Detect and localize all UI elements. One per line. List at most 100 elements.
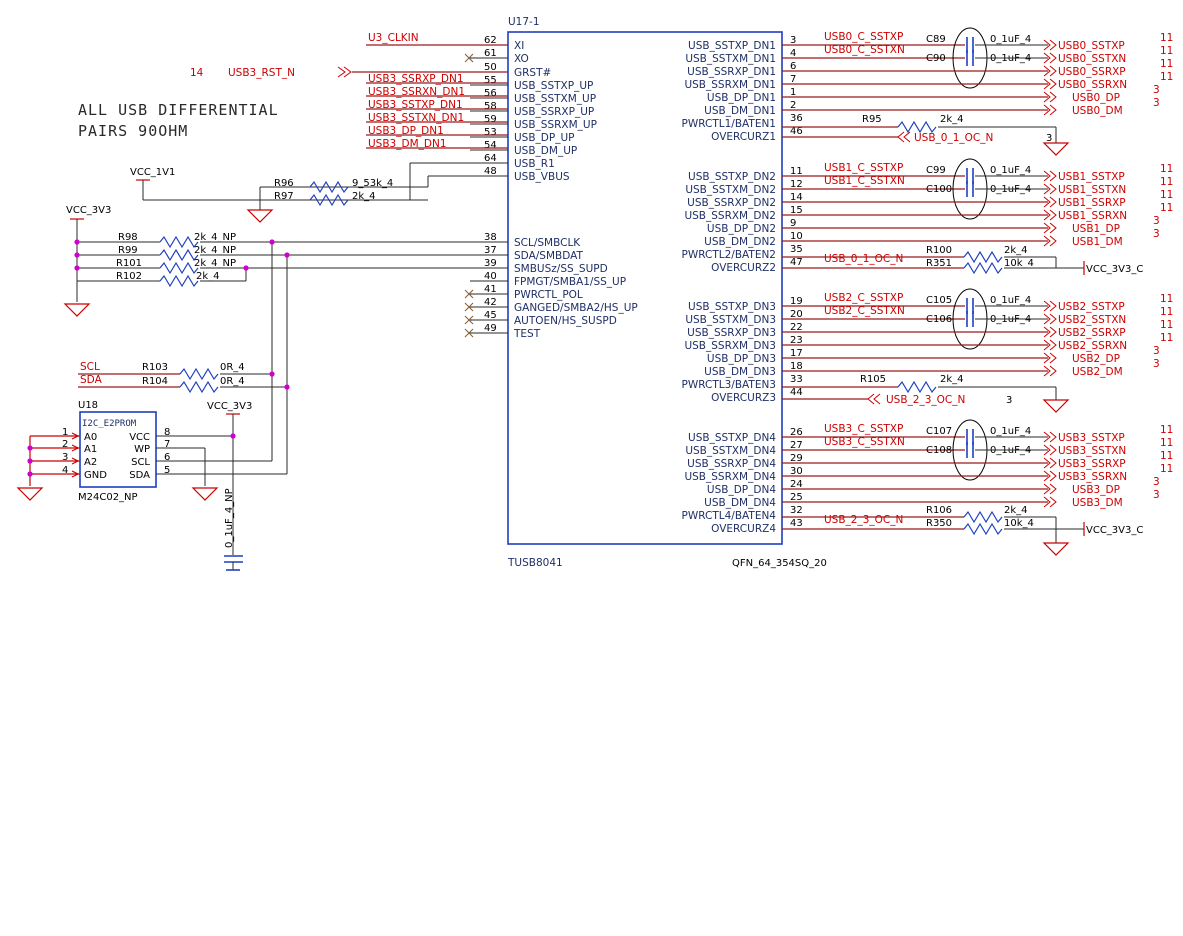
ic-pin-name-10: USB_DM_DN2 [704,236,776,248]
net-port-out-usb2_ssrxp: USB2_SSRXP [1058,327,1126,339]
sheet-ref-usb0_sstxp: 11 [1160,32,1173,44]
r350-ref: R350 [926,518,952,529]
r97-ref: R97 [274,191,294,202]
net-usb3-rst-n: USB3_RST_N [228,67,295,79]
net-cap-tx-p-1: USB1_C_SSTXP [824,162,903,174]
sheet-ref-usb0_ssrxp: 11 [1160,58,1173,70]
resistor-r104-icon [179,380,219,394]
sheet-ref-usb2_dp: 3 [1153,345,1160,357]
cap-ref-c99: C99 [926,165,946,176]
oc23-sheet-ref: 3 [1006,395,1012,406]
net-port-out-usb2_sstxp: USB2_SSTXP [1058,301,1125,313]
r102-value: 2k_4 [196,271,220,282]
resistor-r99-icon [159,248,199,262]
net-port-out-usb1_dp: USB1_DP [1072,223,1120,235]
r96-ref: R96 [274,178,294,189]
ground-icon [1042,399,1070,413]
port-group-1: USB1_C_SSTXPUSB1_C_SSTXNC99C1000_1uF_40_… [782,158,1173,248]
ic-pin-name-27: USB_SSTXM_DN4 [685,445,776,457]
offpage-connector-icon [897,131,911,143]
sheet-ref-usb2_ssrxn: 11 [1160,332,1173,344]
net-port-out-usb2_sstxn: USB2_SSTXN [1058,314,1126,326]
cap-ref-c105: C105 [926,295,952,306]
ic-pin-number-41: 41 [484,284,497,295]
r104-value: 0R_4 [220,376,245,387]
eeprom-refdes: U18 [78,400,98,411]
ic-pin-name-59: USB_SSRXM_UP [514,119,597,131]
resistor-r105-icon [897,380,937,394]
ic-pin-name-54: USB_DM_UP [514,145,577,157]
net-upstream-5: USB3_DP_DN1 [368,125,444,137]
r100-value: 2k_4 [1004,245,1028,256]
ic-pin-number-30: 30 [790,466,803,477]
r99-value: 2k_4_NP [194,245,236,256]
sheet-ref-usb0_dm: 3 [1153,97,1160,109]
ic-pin-number-6: 6 [790,61,796,72]
offpage-connector-icon [867,393,881,405]
ic-pin-name-3: USB_SSTXP_DN1 [688,40,776,52]
eeprom-pin-group: A01A12A23GND4VCC 8WP 7SCL 6SDA 5 [30,427,170,481]
net-port-out-usb0_dp: USB0_DP [1072,92,1120,104]
r106-ref: R106 [926,505,952,516]
ic-pin-number-40: 40 [484,271,497,282]
r351-ref: R351 [926,258,952,269]
resistor-r103-icon [179,367,219,381]
ic-pin-number-10: 10 [790,231,803,242]
ic-pin-name-20: USB_SSTXM_DN3 [685,314,776,326]
ic-pin-name-56: USB_SSTXM_UP [514,93,596,105]
ic-pin-name-44: OVERCURZ3 [711,392,776,404]
ic-pin-name-32: PWRCTL4/BATEN4 [682,510,777,522]
ic-pin-name-23: USB_SSRXM_DN3 [684,340,776,352]
sheet-ref-usb3_ssrxp: 11 [1160,450,1173,462]
r101-ref: R101 [116,258,142,269]
ic-pin-number-44: 44 [790,387,803,398]
ic-pin-name-40: FPMGT/SMBA1/SS_UP [514,276,626,288]
net-port-out-usb1_dm: USB1_DM [1072,236,1123,248]
ic-pin-name-33: PWRCTL3/BATEN3 [682,379,776,391]
net-cap-tx-n-3: USB3_C_SSTXN [824,436,905,448]
resistor-r351-icon [963,261,1003,275]
sheet-ref-usb3_dm: 3 [1153,489,1160,501]
cap-ref-c100: C100 [926,184,952,195]
ic-pin-name-1: USB_DP_DN1 [707,92,776,104]
vcc-3v3-left-label: VCC_3V3 [66,205,111,216]
ic-pin-name-49: TEST [513,328,541,340]
ic-pin-number-56: 56 [484,88,497,99]
net-port-out-usb1_sstxp: USB1_SSTXP [1058,171,1125,183]
ic-pin-name-41: PWRCTL_POL [514,289,583,301]
r96-value: 9_53k_4 [352,178,393,189]
ic-pin-name-9: USB_DP_DN2 [707,223,776,235]
net-oc01-in: USB_0_1_OC_N [824,253,903,265]
net-upstream-3: USB3_SSTXP_DN1 [368,99,463,111]
r102-ref: R102 [116,271,142,282]
ic-pin-number-4: 4 [790,48,796,59]
ic-pin-number-27: 27 [790,440,803,451]
ic-pin-name-55: USB_SSTXP_UP [514,80,593,92]
net-cap-tx-p-0: USB0_C_SSTXP [824,31,903,43]
ic-pin-number-11: 11 [790,166,803,177]
net-oc23-out: USB_2_3_OC_N [886,394,965,406]
r97-value: 2k_4 [352,191,376,202]
port-group-2: USB2_C_SSTXPUSB2_C_SSTXNC105C1060_1uF_40… [782,288,1173,378]
resistor-r95-icon [897,120,937,134]
ic-pin-number-3: 3 [790,35,796,46]
ic-pin-number-20: 20 [790,309,803,320]
ground-icon [16,487,44,501]
schematic-sheet: { "note": ["ALL USB DIFFERENTIAL", "PAIR… [0,0,1183,936]
ic-pin-name-26: USB_SSTXP_DN4 [688,432,776,444]
oc01-sheet-ref: 3 [1046,133,1052,144]
cap-value-c105: 0_1uF_4 [990,295,1031,306]
ic-pin-number-53: 53 [484,127,497,138]
net-port-out-usb3_sstxn: USB3_SSTXN [1058,445,1126,457]
ic-pin-number-2: 2 [790,100,796,111]
ic-pin-name-22: USB_SSRXP_DN3 [687,327,776,339]
net-port-out-usb0_dm: USB0_DM [1072,105,1123,117]
ic-pin-number-45: 45 [484,310,497,321]
vcc-3v3-eeprom-label: VCC_3V3 [207,401,252,412]
net-port-out-usb2_dp: USB2_DP [1072,353,1120,365]
ic-pin-number-15: 15 [790,205,803,216]
cap-value-c99: 0_1uF_4 [990,165,1031,176]
net-oc01-out: USB_0_1_OC_N [914,132,993,144]
ic-pin-number-36: 36 [790,113,803,124]
net-upstream-6: USB3_DM_DN1 [368,138,447,150]
